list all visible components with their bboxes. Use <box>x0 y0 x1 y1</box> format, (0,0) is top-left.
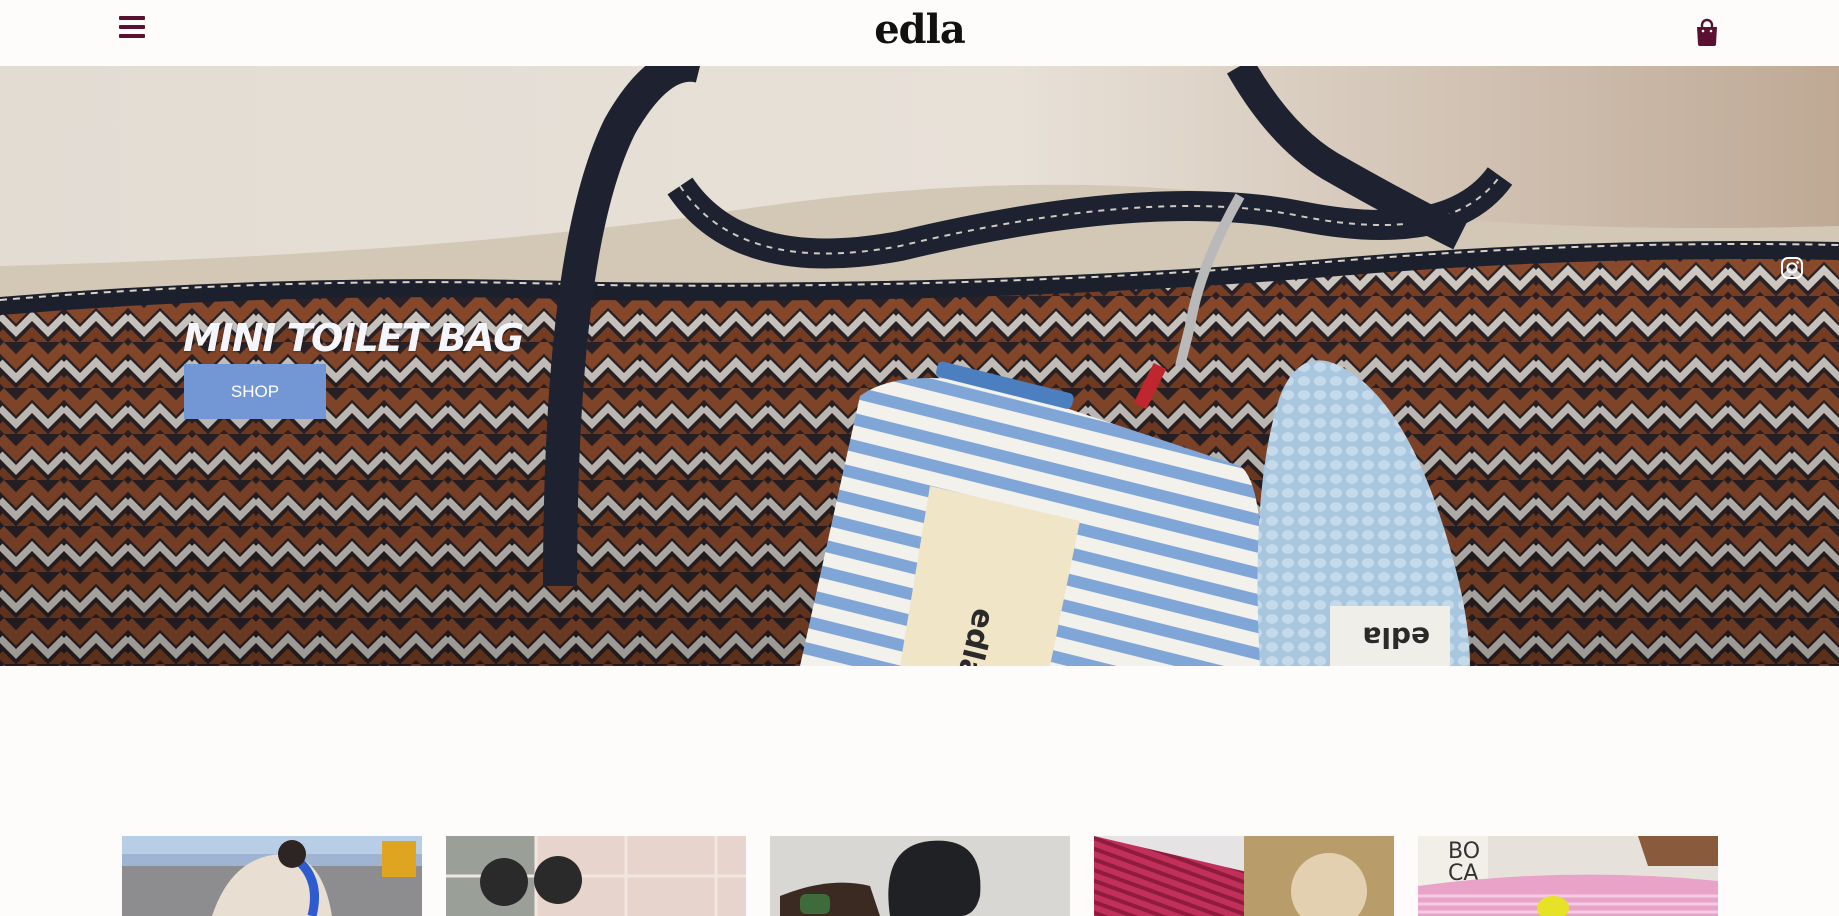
product-image <box>770 836 1070 916</box>
product-image <box>122 836 422 916</box>
product-card[interactable] <box>770 836 1070 916</box>
instagram-icon[interactable] <box>1780 256 1804 280</box>
site-header: edla <box>0 0 1839 66</box>
product-image <box>1094 836 1394 916</box>
shop-button[interactable]: SHOP <box>184 364 326 419</box>
product-card[interactable] <box>446 836 746 916</box>
hero-title: MINI TOILET BAG <box>183 316 524 360</box>
product-card[interactable]: BO CA <box>1418 836 1718 916</box>
product-card[interactable] <box>122 836 422 916</box>
product-card[interactable] <box>1094 836 1394 916</box>
product-image <box>446 836 746 916</box>
site-logo[interactable]: edla <box>0 6 1839 53</box>
hero-banner: edla edla MINI TOILET BAG SHOP <box>0 66 1839 666</box>
product-grid: BO CA <box>122 836 1719 916</box>
logo-text: edla <box>874 6 966 53</box>
crochet-label-text: edla <box>1362 621 1430 654</box>
shopping-bag-icon[interactable] <box>1695 18 1719 46</box>
product-image: BO CA <box>1418 836 1718 916</box>
